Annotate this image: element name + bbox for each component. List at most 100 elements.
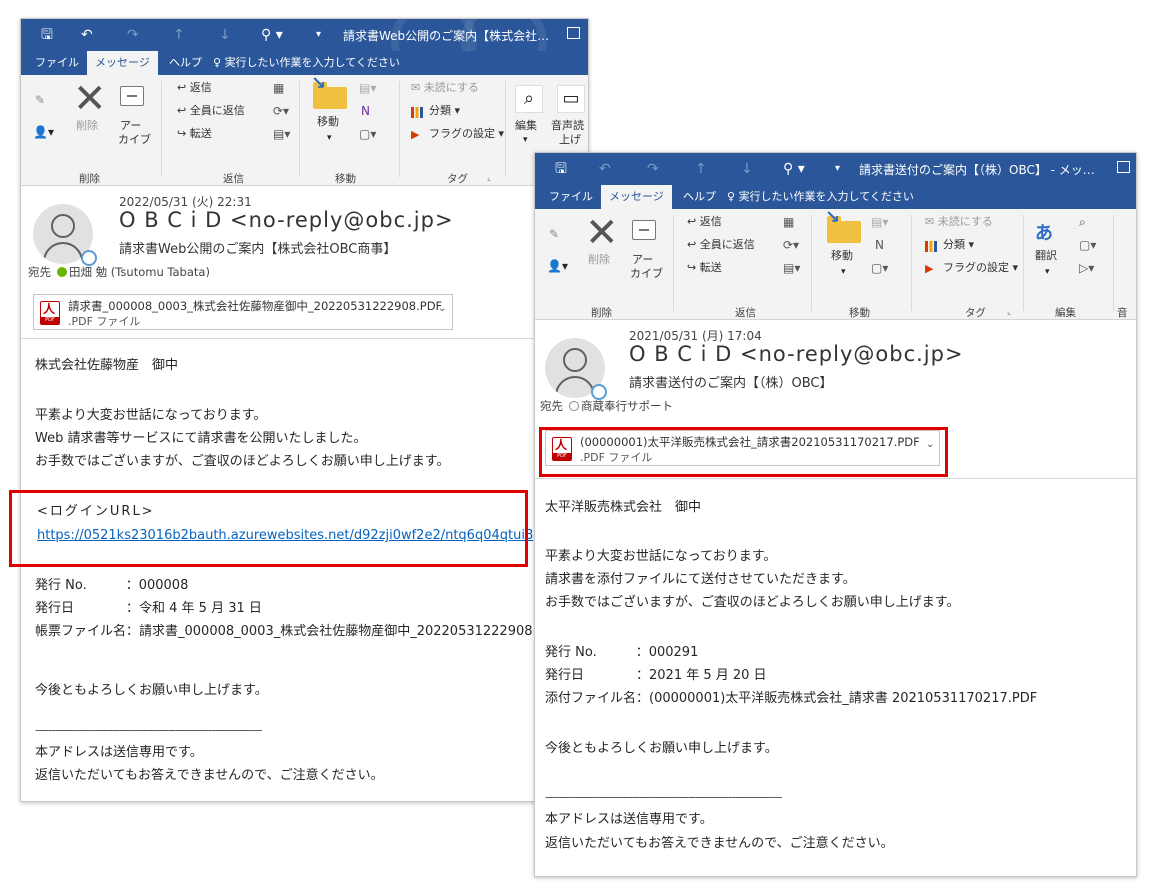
search-icon[interactable]: ⌕ (1079, 215, 1086, 229)
body-greeting: 株式会社佐藤物産 御中 (35, 358, 179, 373)
move-button[interactable]: 移動 (831, 249, 853, 263)
reply-button[interactable]: ↩ 返信 (687, 215, 722, 229)
archive-icon[interactable] (120, 86, 144, 106)
up-arrow-icon[interactable]: ↑ (173, 26, 185, 44)
ignore-icon[interactable]: ✎ (549, 227, 559, 241)
translate-button[interactable]: 翻訳 (1035, 249, 1057, 263)
junk-icon[interactable]: 👤▾ (33, 125, 54, 139)
onenote-icon[interactable]: N (875, 238, 884, 252)
actions-icon[interactable]: ▢▾ (871, 261, 888, 275)
read-aloud-icon[interactable]: ▭ (557, 85, 585, 113)
down-arrow-icon[interactable]: ↓ (741, 160, 753, 178)
quick-action-icon[interactable]: ⚲ ▾ (783, 160, 805, 178)
archive-button[interactable]: アー (120, 119, 141, 133)
move-dropdown-icon[interactable]: ▾ (327, 131, 332, 145)
translate-dropdown-icon[interactable]: ▾ (1045, 265, 1050, 279)
sender-name[interactable]: O B C i D <no-reply@obc.jp> (629, 342, 964, 366)
followup-button[interactable]: フラグの設定 ▾ (429, 127, 504, 141)
tab-message[interactable]: メッセージ (601, 185, 672, 209)
dialog-launcher-icon[interactable]: ⌞ (487, 171, 491, 185)
delete-button[interactable]: 削除 (76, 119, 98, 133)
file-name: 添付ファイル名：(00000001)太平洋販売株式会社_請求書 20210531… (545, 691, 1038, 706)
tab-help[interactable]: ヘルプ (161, 51, 210, 75)
group-label-respond: 返信 (735, 307, 756, 319)
more-respond-icon[interactable]: ▤▾ (783, 261, 800, 275)
mark-unread-button[interactable]: ✉ 未読にする (411, 81, 479, 95)
reply-icon: ↩ (687, 215, 700, 228)
edit-button[interactable]: 編集 (515, 119, 537, 133)
search-icon[interactable]: ⌕ (515, 85, 543, 113)
email-window-invoice-attached: 🖫 ↶ ↷ ↑ ↓ ⚲ ▾ ▾ 請求書送付のご案内【（株）OBC】 - メッ… … (534, 152, 1137, 877)
mark-unread-button[interactable]: ✉ 未読にする (925, 215, 993, 229)
archive-icon[interactable] (632, 220, 656, 240)
issue-number: 発行 No. ：000291 (545, 645, 699, 660)
undo-icon[interactable]: ↶ (81, 26, 93, 44)
junk-icon[interactable]: 👤▾ (547, 259, 568, 273)
to-label: 宛先 (540, 399, 563, 413)
group-separator (1023, 215, 1024, 311)
more-respond-icon[interactable]: ▤▾ (273, 127, 290, 141)
customize-icon[interactable]: ▾ (316, 26, 321, 44)
header-divider (535, 478, 1136, 479)
archive-button[interactable]: アー (632, 253, 653, 267)
recipient-name[interactable]: 田畑 勉 (Tsutomu Tabata) (69, 265, 210, 279)
onenote-icon[interactable]: N (361, 104, 370, 118)
im-icon[interactable]: ⟳▾ (273, 104, 289, 118)
tell-me-search[interactable]: ♀ 実行したい作業を入力してください (719, 185, 922, 209)
undo-icon[interactable]: ↶ (599, 160, 611, 178)
forward-button[interactable]: ↪ 転送 (687, 261, 722, 275)
ribbon-display-icon[interactable] (1117, 161, 1130, 173)
recipient-name[interactable]: 商蔵奉行サポート (581, 399, 673, 413)
reply-all-button[interactable]: ↩ 全員に返信 (687, 238, 755, 252)
im-icon[interactable]: ⟳▾ (783, 238, 799, 252)
group-label-voice: 音声 (1117, 307, 1128, 319)
delete-icon[interactable]: ✕ (585, 213, 619, 253)
delete-icon[interactable]: ✕ (73, 79, 107, 119)
cursor-icon[interactable]: ▷▾ (1079, 261, 1094, 275)
down-arrow-icon[interactable]: ↓ (219, 26, 231, 44)
save-icon[interactable]: 🖫 (555, 160, 567, 178)
categorize-button[interactable]: 分類 ▾ (429, 104, 460, 118)
reply-button[interactable]: ↩ 返信 (177, 81, 212, 95)
tab-help[interactable]: ヘルプ (675, 185, 724, 209)
meeting-icon[interactable]: ▦ (273, 81, 284, 95)
delete-button[interactable]: 削除 (588, 253, 610, 267)
ribbon-display-icon[interactable] (567, 27, 580, 39)
body-text: Web 請求書等サービスにて請求書を公開いたしました。 (35, 431, 367, 446)
redo-icon[interactable]: ↷ (647, 160, 659, 178)
tab-file[interactable]: ファイル (541, 185, 601, 209)
rules-icon[interactable]: ▤▾ (359, 81, 376, 95)
move-dropdown-icon[interactable]: ▾ (841, 265, 846, 279)
reply-all-button[interactable]: ↩ 全員に返信 (177, 104, 245, 118)
ignore-icon[interactable]: ✎ (35, 93, 45, 107)
translate-icon[interactable]: あ (1035, 219, 1053, 245)
move-arrow-icon: ↘ (825, 209, 841, 228)
edit-dropdown-icon[interactable]: ▾ (523, 133, 528, 147)
group-label-edit: 編集 (1055, 307, 1076, 319)
customize-icon[interactable]: ▾ (835, 160, 840, 178)
forward-button[interactable]: ↪ 転送 (177, 127, 212, 141)
categorize-button[interactable]: 分類 ▾ (943, 238, 974, 252)
redo-icon[interactable]: ↷ (127, 26, 139, 44)
followup-button[interactable]: フラグの設定 ▾ (943, 261, 1018, 275)
quick-action-icon[interactable]: ⚲ ▾ (261, 26, 283, 44)
group-separator (911, 215, 912, 311)
chevron-down-icon[interactable]: ⌄ (438, 303, 446, 314)
attachment-chip[interactable]: 人 PDF 請求書_000008_0003_株式会社佐藤物産御中_20220531… (33, 294, 453, 330)
actions-icon[interactable]: ▢▾ (359, 127, 376, 141)
read-aloud-button[interactable]: 音声読 (551, 119, 584, 133)
select-icon[interactable]: ▢▾ (1079, 238, 1096, 252)
rules-icon[interactable]: ▤▾ (871, 215, 888, 229)
up-arrow-icon[interactable]: ↑ (695, 160, 707, 178)
meeting-icon[interactable]: ▦ (783, 215, 794, 229)
dialog-launcher-icon[interactable]: ⌞ (1007, 305, 1011, 319)
to-label: 宛先 (28, 265, 51, 279)
save-icon[interactable]: 🖫 (41, 26, 53, 44)
tab-file[interactable]: ファイル (27, 51, 87, 75)
move-button[interactable]: 移動 (317, 115, 339, 129)
flag-icon: ▶ (925, 262, 934, 275)
tell-me-search[interactable]: ♀ 実行したい作業を入力してください (205, 51, 408, 75)
sender-name[interactable]: O B C i D <no-reply@obc.jp> (119, 208, 454, 232)
tab-message[interactable]: メッセージ (87, 51, 158, 75)
email-subject: 請求書Web公開のご案内【株式会社OBC商事】 (119, 242, 397, 257)
